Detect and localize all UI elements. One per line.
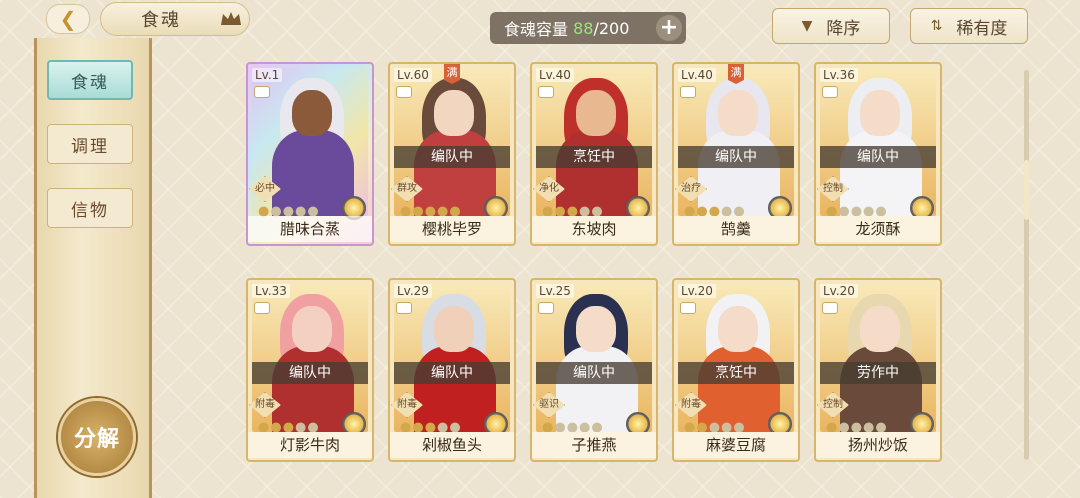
expand-capacity-button[interactable]: +	[656, 15, 682, 41]
status-banner: 编队中	[394, 362, 510, 384]
sidebar-item-label: 信物	[71, 200, 109, 221]
collapse-icon	[822, 302, 838, 314]
character-face	[434, 306, 474, 352]
collapse-icon	[538, 86, 554, 98]
status-banner: 编队中	[394, 146, 510, 168]
capacity-display: 食魂容量 88/200 +	[490, 12, 686, 44]
character-face	[860, 90, 900, 136]
food-soul-card[interactable]: Lv.36 编队中 控制 ● ● ● ● ● 龙须酥	[814, 62, 942, 246]
food-soul-card[interactable]: Lv.60 满编队中 群攻 ● ● ● ● ● 樱桃毕罗	[388, 62, 516, 246]
food-soul-card[interactable]: Lv.20 烹饪中 附毒 ● ● ● ● ● 麻婆豆腐	[672, 278, 800, 462]
sidebar-item-tokens[interactable]: 信物	[47, 188, 133, 228]
food-soul-name: 剁椒鱼头	[390, 432, 514, 458]
sidebar-item-label: 食魂	[71, 72, 109, 93]
sort-by-button[interactable]: ⇅ 稀有度	[910, 8, 1028, 44]
level-label: Lv.33	[252, 284, 290, 298]
food-soul-name: 东坡肉	[532, 216, 656, 242]
scrollbar[interactable]	[1024, 70, 1029, 460]
status-banner: 烹饪中	[678, 362, 794, 384]
swap-arrows-icon: ⇅	[930, 18, 943, 34]
status-banner: 编队中	[820, 146, 936, 168]
status-banner: 编队中	[252, 362, 368, 384]
top-bar: ❮ 食魂 食魂容量 88/200 + ▼ 降序 ⇅ 稀有度	[0, 0, 1080, 44]
decompose-button[interactable]: 分解	[58, 398, 136, 476]
collapse-icon	[680, 86, 696, 98]
character-face	[292, 306, 332, 352]
level-label: Lv.1	[252, 68, 283, 82]
character-face	[576, 306, 616, 352]
sidebar-item-label: 调理	[71, 136, 109, 157]
food-soul-card[interactable]: Lv.25 编队中 驱识 ● ● ● ● ● 子推燕	[530, 278, 658, 462]
food-soul-name: 扬州炒饭	[816, 432, 940, 458]
crown-icon[interactable]	[220, 10, 242, 26]
food-soul-card[interactable]: Lv.33 编队中 附毒 ● ● ● ● ● 灯影牛肉	[246, 278, 374, 462]
status-banner: 烹饪中	[536, 146, 652, 168]
sort-order-button[interactable]: ▼ 降序	[772, 8, 890, 44]
collapse-icon	[822, 86, 838, 98]
level-label: Lv.20	[820, 284, 858, 298]
food-soul-name: 鹄羹	[674, 216, 798, 242]
max-level-badge: 满	[444, 64, 460, 84]
decompose-label: 分解	[73, 427, 120, 452]
status-banner: 劳作中	[820, 362, 936, 384]
food-soul-name: 樱桃毕罗	[390, 216, 514, 242]
scroll-thumb[interactable]	[1024, 160, 1029, 220]
food-soul-name: 龙须酥	[816, 216, 940, 242]
food-soul-card[interactable]: Lv.20 劳作中 控制 ● ● ● ● ● 扬州炒饭	[814, 278, 942, 462]
level-label: Lv.29	[394, 284, 432, 298]
sidebar-item-cooking[interactable]: 调理	[47, 124, 133, 164]
capacity-max: /200	[593, 18, 630, 38]
food-soul-card[interactable]: Lv.1 必中 ● ● ● ● ● 腊味合蒸	[246, 62, 374, 246]
collapse-icon	[396, 302, 412, 314]
collapse-icon	[396, 86, 412, 98]
collapse-icon	[254, 86, 270, 98]
character-face	[434, 90, 474, 136]
food-soul-name: 灯影牛肉	[248, 432, 372, 458]
character-face	[576, 90, 616, 136]
back-button[interactable]: ❮	[46, 4, 90, 34]
level-label: Lv.20	[678, 284, 716, 298]
character-face	[860, 306, 900, 352]
max-level-badge: 满	[728, 64, 744, 84]
food-soul-card[interactable]: Lv.40 满编队中 治疗 ● ● ● ● ● 鹄羹	[672, 62, 800, 246]
level-label: Lv.36	[820, 68, 858, 82]
status-banner: 编队中	[678, 146, 794, 168]
status-banner: 编队中	[536, 362, 652, 384]
capacity-label: 食魂容量	[504, 20, 569, 39]
sort-order-label: 降序	[826, 18, 861, 39]
collapse-icon	[538, 302, 554, 314]
food-soul-name: 腊味合蒸	[248, 216, 372, 242]
sort-by-label: 稀有度	[956, 18, 1008, 39]
level-label: Lv.60	[394, 68, 432, 82]
food-soul-card[interactable]: Lv.40 烹饪中 净化 ● ● ● ● ● 东坡肉	[530, 62, 658, 246]
food-soul-card[interactable]: Lv.29 编队中 附毒 ● ● ● ● ● 剁椒鱼头	[388, 278, 516, 462]
sidebar-item-food-souls[interactable]: 食魂	[47, 60, 133, 100]
level-label: Lv.25	[536, 284, 574, 298]
level-label: Lv.40	[536, 68, 574, 82]
level-label: Lv.40	[678, 68, 716, 82]
plus-icon: +	[659, 15, 679, 40]
back-arrow-icon: ❮	[59, 7, 77, 31]
food-soul-name: 子推燕	[532, 432, 656, 458]
capacity-current: 88	[573, 18, 594, 38]
character-face	[718, 306, 758, 352]
character-face	[292, 90, 332, 136]
collapse-icon	[680, 302, 696, 314]
character-face	[718, 90, 758, 136]
collapse-icon	[254, 302, 270, 314]
food-soul-name: 麻婆豆腐	[674, 432, 798, 458]
page-title: 食魂	[141, 10, 181, 31]
triangle-down-icon: ▼	[801, 18, 813, 34]
